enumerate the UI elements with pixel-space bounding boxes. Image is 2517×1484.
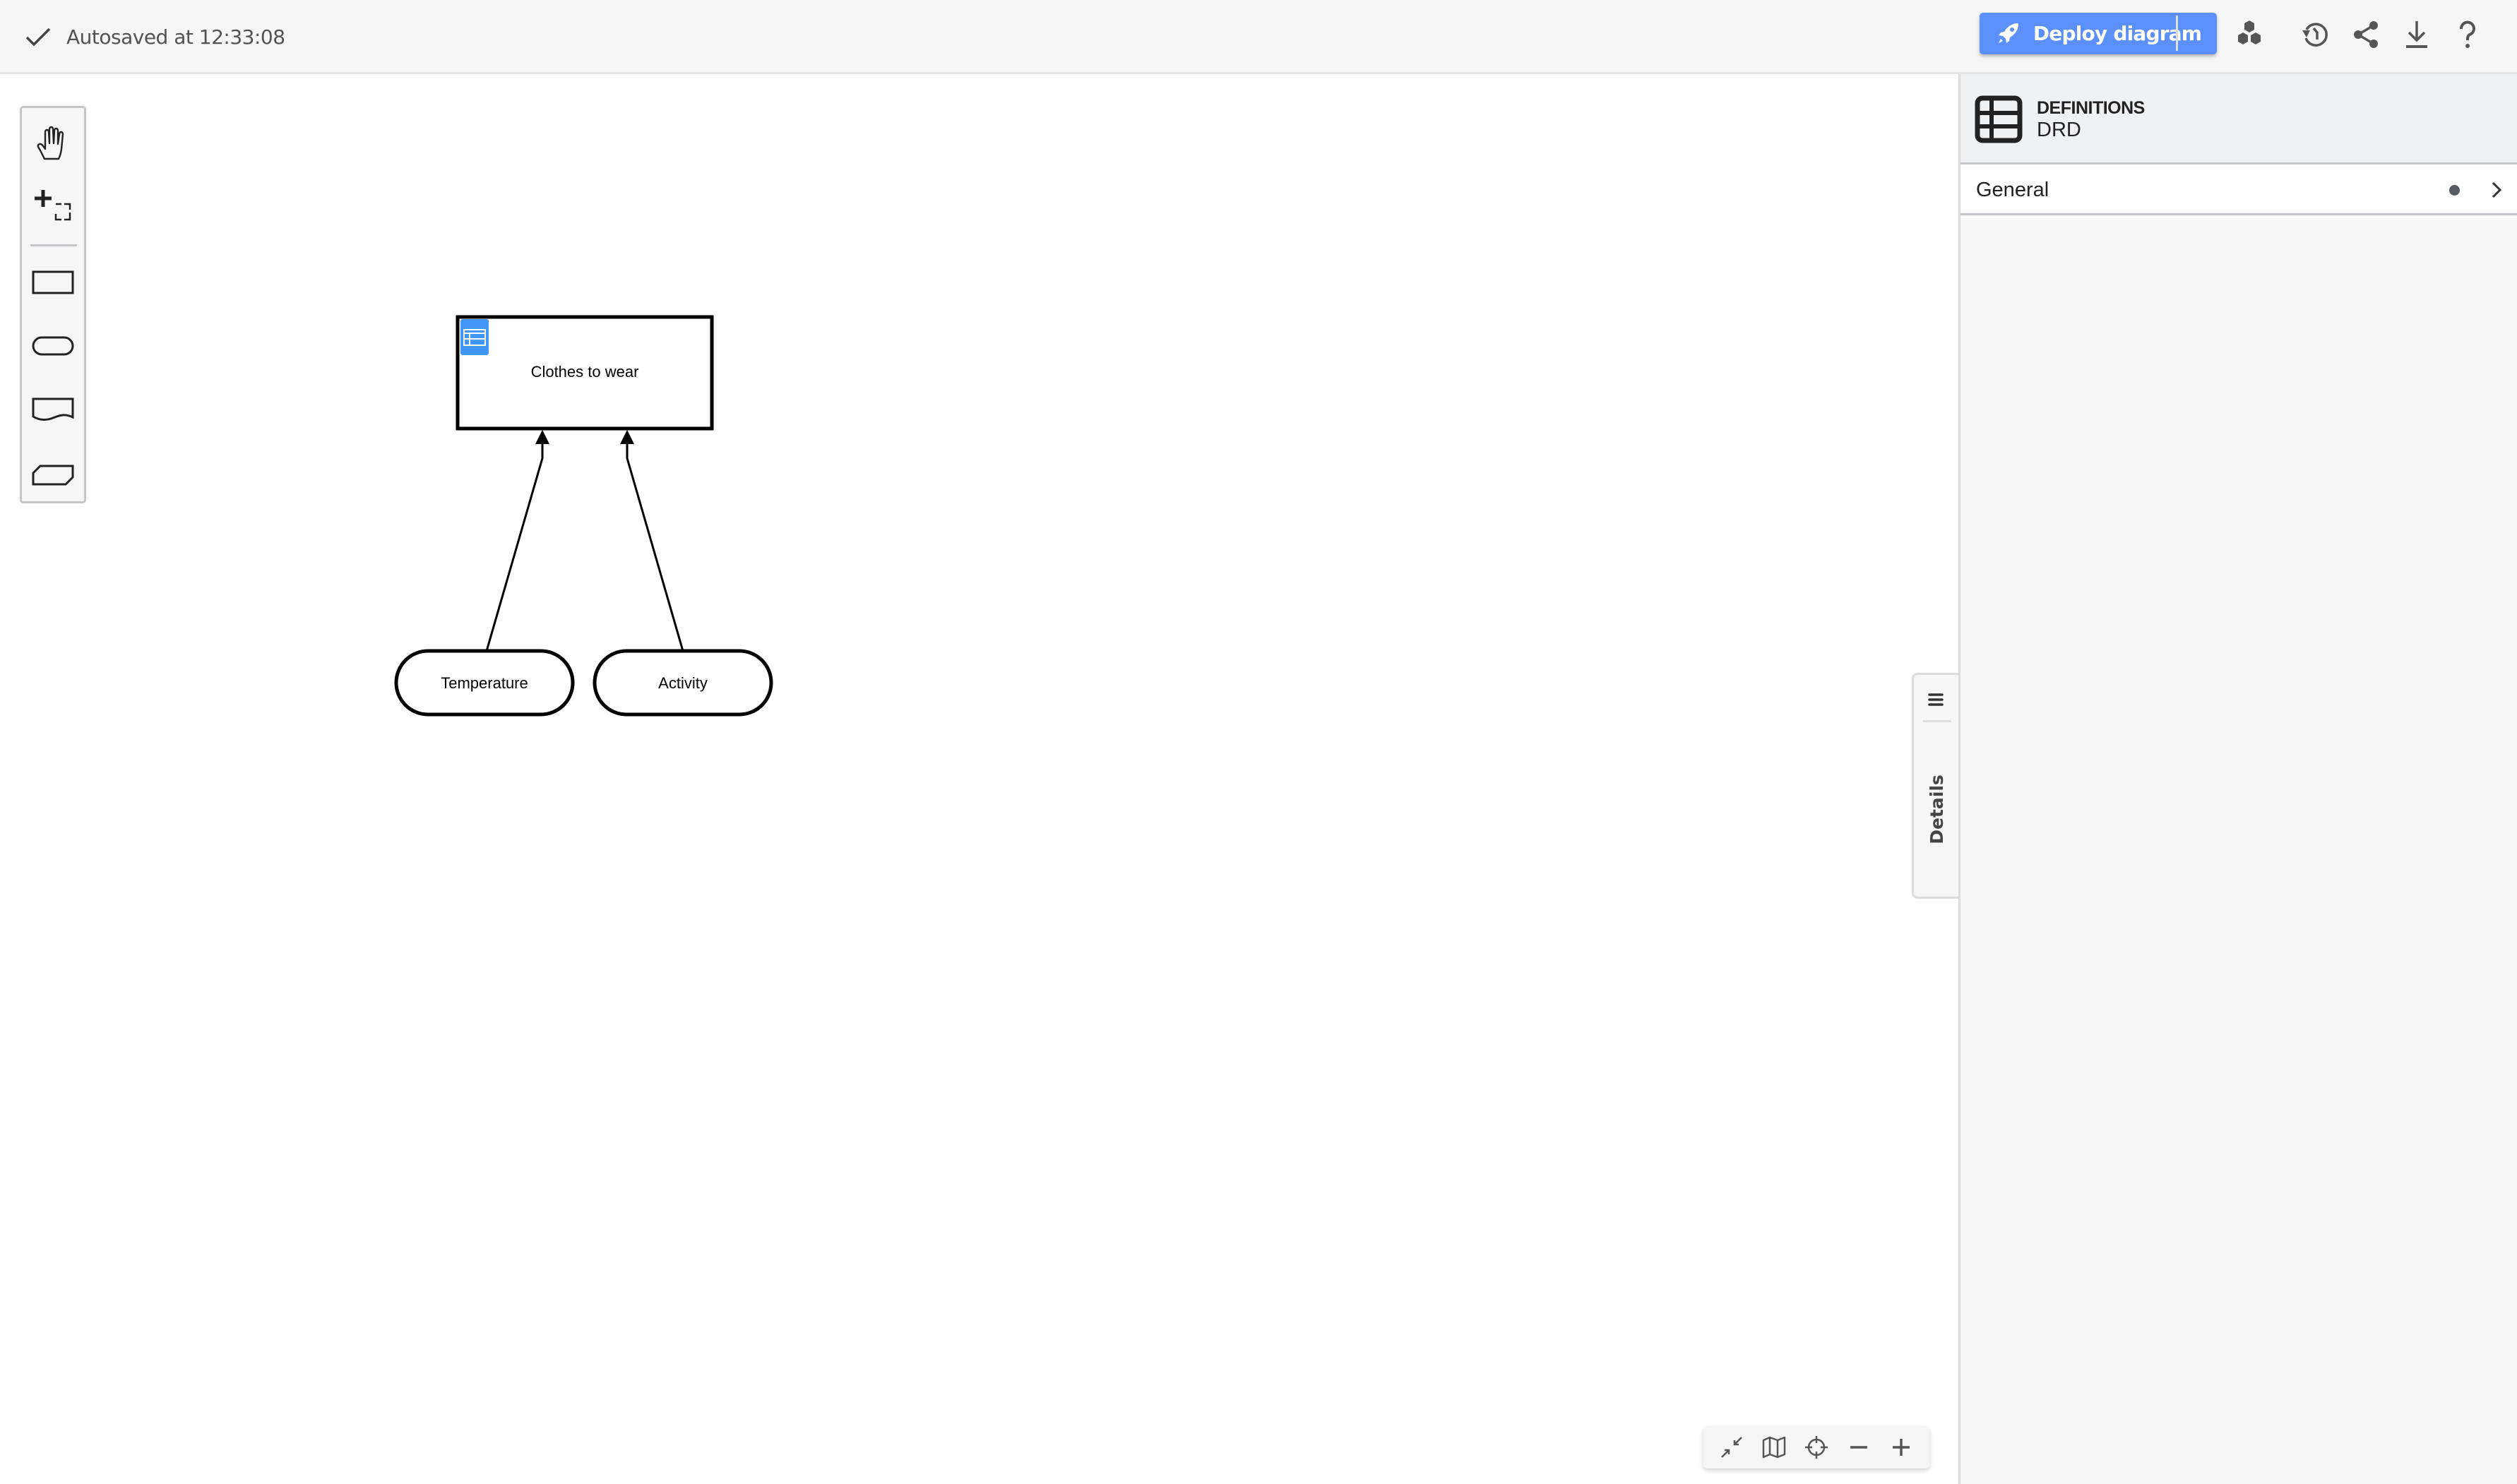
chevron-right-icon <box>2492 181 2502 198</box>
element-name: DRD <box>2037 119 2081 141</box>
input-data-label: Temperature <box>441 674 528 692</box>
input-data-node[interactable]: Temperature <box>394 649 575 717</box>
download-icon <box>2406 21 2427 48</box>
properties-panel-header: DEFINITIONS DRD <box>1960 74 2517 164</box>
help-button[interactable] <box>2450 17 2485 52</box>
decision-label: Clothes to wear <box>531 363 639 381</box>
zoom-controls <box>1703 1426 1929 1468</box>
rocket-icon <box>1998 23 2018 43</box>
cluster-button[interactable] <box>2232 17 2267 52</box>
details-tab-text: Details <box>1926 774 1947 844</box>
input-data-label: Activity <box>658 674 708 692</box>
history-icon <box>2302 23 2328 47</box>
element-type: DEFINITIONS <box>2037 98 2145 118</box>
changes-indicator-dot <box>2449 185 2460 196</box>
collapse-button[interactable] <box>1716 1432 1747 1463</box>
arrowhead-icon <box>535 430 549 444</box>
decision-table-icon[interactable] <box>460 319 489 355</box>
menu-lines-icon[interactable] <box>1925 686 1946 714</box>
toolbar-divider <box>2176 16 2178 51</box>
group-general[interactable]: General <box>1960 164 2517 215</box>
definitions-table-icon <box>1975 95 2023 143</box>
reset-view-button[interactable] <box>1801 1432 1832 1463</box>
zoom-in-button[interactable] <box>1886 1432 1917 1463</box>
decision-node[interactable]: Clothes to wear <box>456 315 714 431</box>
collapse-arrows-icon <box>1721 1437 1742 1458</box>
group-general-label: General <box>1976 179 2049 201</box>
share-button[interactable] <box>2348 17 2384 52</box>
help-icon <box>2460 20 2475 48</box>
minimap-toggle-button[interactable] <box>1759 1432 1790 1463</box>
details-tab-divider <box>1923 720 1951 722</box>
properties-panel: DEFINITIONS DRD General <box>1958 74 2517 1484</box>
history-button[interactable] <box>2298 17 2333 52</box>
details-tab-label[interactable]: Details <box>1921 753 1952 866</box>
drd-diagram: Clothes to wear Temperature Activity <box>394 315 773 717</box>
map-icon <box>1762 1436 1786 1459</box>
details-panel-toggle[interactable]: Details <box>1912 673 1958 899</box>
share-icon <box>2354 21 2378 48</box>
information-requirement-connection[interactable] <box>485 430 549 652</box>
plus-icon <box>1893 1439 1910 1456</box>
arrowhead-icon <box>620 430 634 444</box>
information-requirement-connection[interactable] <box>620 430 684 652</box>
minus-icon <box>1850 1446 1867 1449</box>
deploy-diagram-button[interactable]: Deploy diagram <box>1980 13 2217 54</box>
download-button[interactable] <box>2399 17 2434 52</box>
crosshair-icon <box>1805 1436 1828 1459</box>
hexagons-icon <box>2238 20 2261 44</box>
input-data-node[interactable]: Activity <box>593 649 773 717</box>
zoom-out-button[interactable] <box>1843 1432 1874 1463</box>
